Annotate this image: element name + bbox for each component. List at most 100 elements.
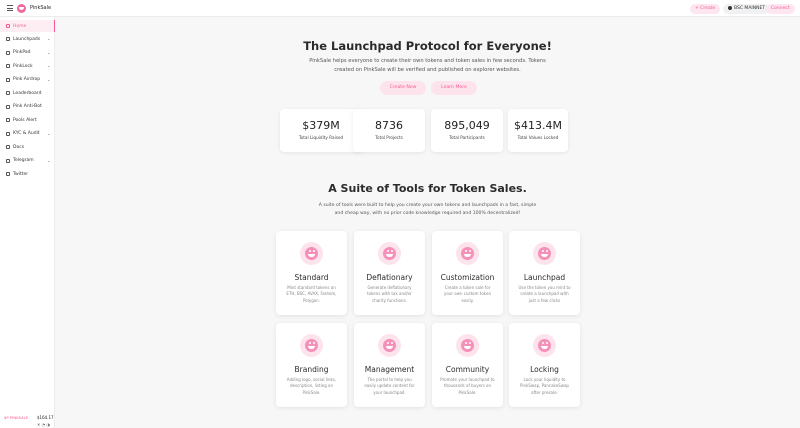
card-title: Management	[364, 365, 415, 374]
token-price-value: $164.17	[37, 415, 54, 420]
trophy-icon	[6, 91, 10, 95]
brand-name[interactable]: PinkSale	[30, 5, 51, 11]
hero-title: The Launchpad Protocol for Everyone!	[303, 39, 552, 53]
top-header: PinkSale + Create BSC MAINNET Connect	[0, 0, 800, 17]
sidebar-item-label: Pink Anti-Bot	[13, 104, 42, 109]
chevron-down-icon: ⌄	[47, 76, 51, 82]
sidebar-item-pink-anti-bot[interactable]: Pink Anti-Bot	[0, 101, 55, 113]
tool-card-launchpad[interactable]: Launchpad Use the token you mint to crea…	[509, 231, 580, 315]
sidebar-item-label: Twitter	[13, 171, 29, 177]
chevron-down-icon: ⌄	[47, 63, 51, 68]
bsc-network-icon	[728, 5, 732, 10]
card-title: Deflationary	[366, 273, 413, 282]
card-title: Standard	[294, 273, 329, 282]
lock-icon	[6, 64, 10, 68]
pinksale-mascot-icon	[456, 334, 479, 357]
card-description: Adding logo, social links, description, …	[286, 377, 337, 395]
stat-label: Total Values Locked	[517, 135, 559, 140]
learn-more-button[interactable]: Learn More	[431, 81, 477, 95]
checklist-icon	[6, 131, 10, 136]
sidebar-item-pools-alert[interactable]: Pools Alert	[0, 114, 55, 126]
stat-label: Total Participants	[449, 135, 485, 140]
sidebar-item-label: Pools Alert	[13, 117, 37, 123]
stat-label: Total Liquidity Raised	[298, 135, 344, 140]
card-description: Generate deflationary tokens with tax an…	[367, 285, 412, 303]
card-title: Community	[445, 365, 490, 374]
stat-card-participants: 895,049 Total Participants	[431, 109, 503, 152]
shield-icon	[6, 104, 10, 109]
social-icons[interactable]: ✕ ◔ ◑	[37, 422, 50, 427]
pinksale-mascot-icon	[300, 334, 323, 357]
pinksale-mascot-icon	[378, 334, 401, 357]
tool-card-customization[interactable]: Customization Create a token sale for yo…	[432, 231, 503, 315]
sidebar-item-telegram[interactable]: Telegram ⌄	[0, 155, 55, 167]
pinkpad-icon	[6, 50, 10, 55]
sidebar-item-kyc-audit[interactable]: KYC & Audit ⌄	[0, 128, 55, 140]
tool-card-branding[interactable]: Branding Adding logo, social links, desc…	[276, 323, 347, 407]
sidebar-item-twitter[interactable]: Twitter	[0, 168, 55, 180]
chevron-down-icon: ⌄	[47, 36, 51, 41]
stat-card-projects: 8736 Total Projects	[353, 109, 425, 152]
sidebar-item-label: Leaderboard	[13, 90, 42, 96]
sidebar-item-leaderboard[interactable]: Leaderboard	[0, 87, 55, 99]
card-description: Promote your launchpad to thousands of b…	[440, 377, 495, 395]
sidebar-item-docs[interactable]: Docs	[0, 141, 55, 153]
stat-value: 895,049	[444, 119, 490, 132]
sidebar-item-home[interactable]: Home	[0, 20, 55, 32]
telegram-icon	[6, 158, 10, 163]
stat-value: 8736	[375, 119, 403, 132]
sidebar-item-label: KYC & Audit	[13, 131, 40, 136]
pinksale-logo-icon[interactable]	[17, 4, 26, 13]
sidebar-item-pink-airdrop[interactable]: Pink Airdrop ⌄	[0, 74, 55, 86]
stat-card-locked: $413.4M Total Values Locked	[508, 109, 568, 152]
main-content: The Launchpad Protocol for Everyone! Pin…	[55, 17, 800, 428]
tool-card-deflationary[interactable]: Deflationary Generate deflationary token…	[354, 231, 425, 315]
sidebar-item-label: Telegram	[13, 158, 34, 163]
sidebar-item-pinkpad[interactable]: PinkPad ⌄	[0, 47, 55, 59]
sidebar-item-label: Home	[13, 23, 27, 29]
card-title: Branding	[294, 365, 329, 374]
tool-card-management[interactable]: Management The portal to help you easily…	[354, 323, 425, 407]
card-description: Create a token sale for your own custom …	[444, 285, 491, 303]
tool-card-community[interactable]: Community Promote your launchpad to thou…	[432, 323, 503, 407]
connect-button[interactable]: Connect	[766, 4, 795, 14]
airdrop-icon	[6, 77, 10, 82]
sidebar: Home Launchpads ⌄ PinkPad ⌄ PinkLock ⌄ Pink…	[0, 17, 55, 428]
card-title: Launchpad	[523, 273, 566, 282]
pinksale-mascot-icon	[378, 242, 401, 265]
rocket-icon	[6, 37, 10, 41]
create-button[interactable]: + Create	[690, 4, 721, 14]
menu-icon[interactable]	[7, 5, 13, 11]
card-description: Mint standard tokens on ETH, BSC, AVAX, …	[286, 285, 337, 303]
network-button[interactable]: BSC MAINNET	[723, 4, 771, 14]
stat-card-liquidity: $379M Total Liquidity Raised	[280, 109, 362, 152]
tools-description: A suite of tools were built to help you …	[318, 203, 537, 216]
sidebar-item-pinklock[interactable]: PinkLock ⌄	[0, 60, 55, 72]
tools-title: A Suite of Tools for Token Sales.	[328, 182, 527, 195]
stat-value: $413.4M	[514, 119, 562, 132]
stat-label: Total Projects	[375, 135, 403, 140]
home-icon	[6, 24, 10, 28]
sidebar-item-label: Pink Airdrop	[13, 77, 41, 82]
twitter-icon	[6, 172, 10, 176]
pinksale-mascot-icon	[300, 242, 323, 265]
sidebar-item-label: PinkPad	[13, 50, 31, 55]
hero-description: PinkSale helps everyone to create their …	[309, 58, 546, 73]
sidebar-item-launchpads[interactable]: Launchpads ⌄	[0, 33, 55, 45]
document-icon	[6, 145, 10, 149]
pinksale-mascot-icon	[533, 242, 556, 265]
sidebar-item-label: PinkLock	[13, 63, 33, 69]
tool-card-standard[interactable]: Standard Mint standard tokens on ETH, BS…	[276, 231, 347, 315]
chevron-down-icon: ⌄	[47, 130, 51, 136]
card-description: Lock your liquidity to PinkSwap, Pancake…	[520, 377, 569, 395]
stat-value: $379M	[302, 119, 340, 132]
card-title: Locking	[530, 365, 559, 374]
chevron-down-icon: ⌄	[47, 49, 51, 55]
card-description: The portal to help you easily update con…	[364, 377, 415, 395]
create-now-button[interactable]: Create Now	[380, 81, 426, 95]
sidebar-item-label: Launchpads	[13, 36, 41, 42]
tool-card-locking[interactable]: Locking Lock your liquidity to PinkSwap,…	[509, 323, 580, 407]
card-title: Customization	[440, 273, 495, 282]
token-price-label[interactable]: $P PINKSALE	[4, 415, 28, 420]
network-label: BSC MAINNET	[734, 6, 766, 11]
